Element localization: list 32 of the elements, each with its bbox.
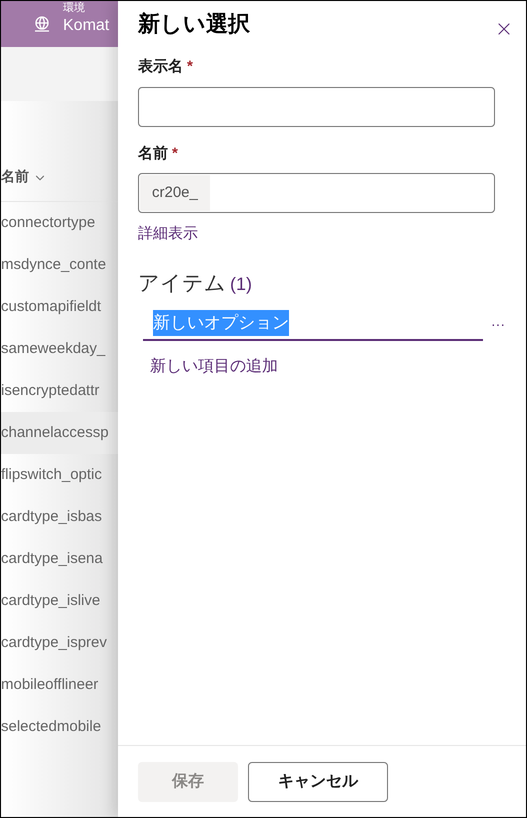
items-heading: アイテム (138, 270, 226, 296)
list-row[interactable]: cardtype_isbas (1, 496, 118, 538)
environment-label: 環境 (63, 2, 86, 14)
field-label: 表示名 (138, 58, 183, 75)
option-field[interactable]: 新しいオプション (143, 307, 483, 341)
list-row[interactable]: selectedmobile (1, 706, 118, 748)
list-row[interactable]: isencryptedattr (1, 370, 118, 412)
name-prefix: cr20e_ (140, 175, 210, 211)
list-row[interactable]: cardtype_islive (1, 580, 118, 622)
name-field[interactable]: cr20e_ (138, 173, 495, 213)
list-row[interactable]: customapifieldt (1, 286, 118, 328)
list-row[interactable]: flipswitch_optic (1, 454, 118, 496)
column-header[interactable]: 名前 (1, 166, 29, 187)
items-count: (1) (230, 272, 252, 296)
list-row[interactable]: mobileofflineer (1, 664, 118, 706)
more-button[interactable]: ··· (491, 314, 505, 334)
environment-name: Komat (63, 18, 110, 34)
cancel-button[interactable]: キャンセル (248, 762, 388, 802)
advanced-link[interactable]: 詳細表示 (138, 223, 198, 246)
display-name-field[interactable] (138, 86, 495, 126)
field-label: 名前 (138, 144, 168, 162)
list-row[interactable]: cardtype_isena (1, 538, 118, 580)
required-mark: * (187, 58, 193, 75)
globe-icon (33, 15, 51, 33)
list-row[interactable]: msdynce_conte (1, 244, 118, 286)
panel-title: 新しい選択 (138, 10, 250, 38)
required-mark: * (172, 144, 178, 162)
list-row[interactable]: cardtype_isprev (1, 622, 118, 664)
list-row[interactable]: sameweekday_ (1, 328, 118, 370)
list-row[interactable]: channelaccessp (1, 412, 118, 454)
list-row[interactable]: connectortype (1, 202, 118, 244)
add-item-link[interactable]: 新しい項目の追加 (150, 355, 278, 379)
